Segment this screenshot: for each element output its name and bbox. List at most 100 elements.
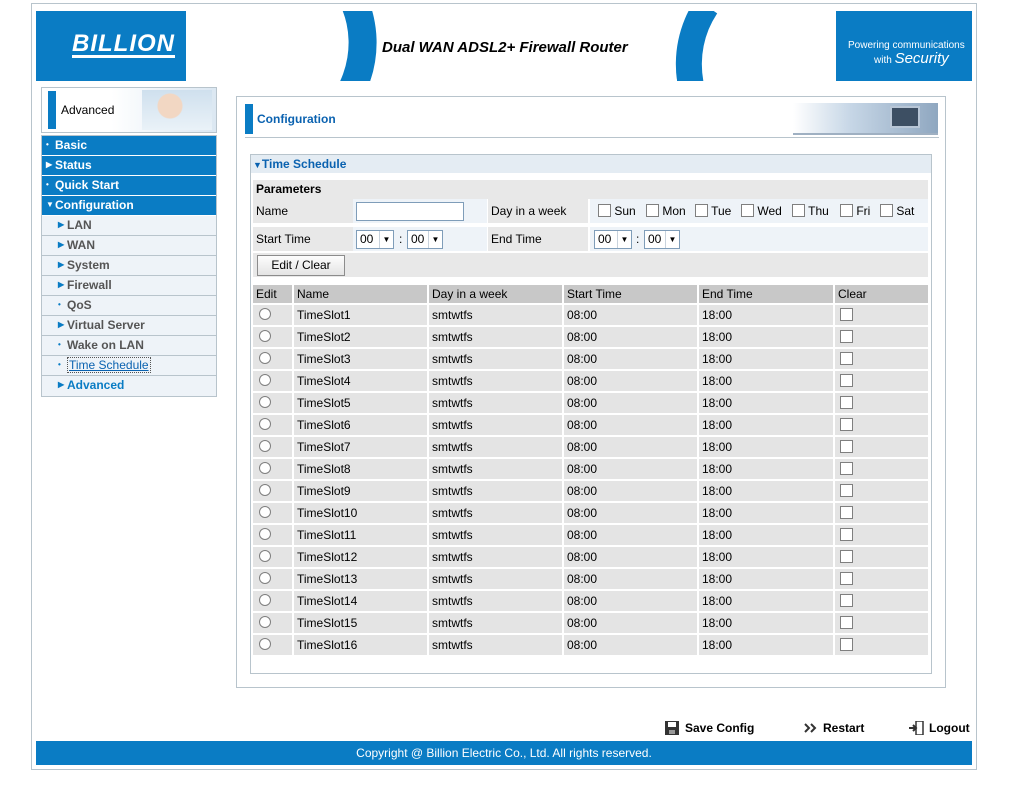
clear-checkbox[interactable] [840,396,853,409]
day-mon-checkbox[interactable]: Mon [646,199,686,223]
sidebar-item-wake-on-lan[interactable]: • Wake on LAN [42,336,216,356]
sidebar-item-quick-start[interactable]: • Quick Start [42,176,216,196]
slot-name: TimeSlot6 [294,413,429,435]
slot-days: smtwtfs [429,325,564,347]
logout-link[interactable]: Logout [908,718,970,738]
edit-radio[interactable] [259,352,271,364]
table-row: TimeSlot15 smtwtfs 08:00 18:00 [253,611,928,633]
restart-link[interactable]: Restart [802,718,864,738]
clear-checkbox[interactable] [840,484,853,497]
edit-radio[interactable] [259,462,271,474]
sidebar-item-system[interactable]: ▶ System [42,256,216,276]
edit-radio[interactable] [259,572,271,584]
clear-checkbox[interactable] [840,550,853,563]
edit-radio[interactable] [259,594,271,606]
end-hour-select[interactable]: 00 ▼ [594,230,632,249]
day-thu-checkbox[interactable]: Thu [792,199,829,223]
slot-days: smtwtfs [429,501,564,523]
clear-cell [835,567,928,589]
clear-checkbox[interactable] [840,440,853,453]
sidebar-item-configuration[interactable]: ▼ Configuration [42,196,216,216]
clear-checkbox[interactable] [840,418,853,431]
copyright-footer: Copyright @ Billion Electric Co., Ltd. A… [36,741,972,765]
name-input[interactable] [356,202,464,221]
sidebar-item-lan[interactable]: ▶ LAN [42,216,216,236]
day-tue-checkbox[interactable]: Tue [695,199,731,223]
edit-radio[interactable] [259,616,271,628]
clear-checkbox[interactable] [840,352,853,365]
table-row: TimeSlot6 smtwtfs 08:00 18:00 [253,413,928,435]
start-hour-select[interactable]: 00 ▼ [356,230,394,249]
slot-name: TimeSlot1 [294,303,429,325]
edit-radio[interactable] [259,418,271,430]
time-schedule-panel: ▼Time Schedule Parameters Name Day in a … [250,154,932,674]
edit-radio[interactable] [259,550,271,562]
clear-checkbox[interactable] [840,528,853,541]
clear-checkbox[interactable] [840,462,853,475]
action-row: Edit / Clear [253,253,928,277]
slot-name: TimeSlot8 [294,457,429,479]
edit-clear-button[interactable]: Edit / Clear [257,255,345,276]
day-sat-checkbox[interactable]: Sat [880,199,914,223]
sidebar-item-wan[interactable]: ▶ WAN [42,236,216,256]
sidebar-item-firewall[interactable]: ▶ Firewall [42,276,216,296]
start-time-label: Start Time [253,227,353,251]
slot-days: smtwtfs [429,347,564,369]
day-sun-checkbox[interactable]: Sun [598,199,636,223]
clear-checkbox[interactable] [840,572,853,585]
table-row: TimeSlot11 smtwtfs 08:00 18:00 [253,523,928,545]
edit-radio[interactable] [259,396,271,408]
table-row: TimeSlot4 smtwtfs 08:00 18:00 [253,369,928,391]
day-wed-checkbox[interactable]: Wed [741,199,782,223]
slot-name: TimeSlot9 [294,479,429,501]
clear-checkbox[interactable] [840,506,853,519]
clear-cell [835,391,928,413]
slot-days: smtwtfs [429,457,564,479]
edit-radio[interactable] [259,330,271,342]
time-row: Start Time 00 ▼ : 00 ▼ End Time 00 ▼ : 00 ▼ [253,227,928,251]
arrow-down-icon: ▼ [46,200,54,209]
edit-radio[interactable] [259,506,271,518]
edit-radio[interactable] [259,484,271,496]
sidebar-item-status[interactable]: ▶ Status [42,156,216,176]
clear-cell [835,303,928,325]
clear-checkbox[interactable] [840,330,853,343]
edit-cell [253,545,294,567]
clear-checkbox[interactable] [840,594,853,607]
bullet-icon: • [58,300,61,309]
sidebar-nav: • Basic ▶ Status • Quick Start ▼ Configurati… [41,135,217,397]
clear-checkbox[interactable] [840,308,853,321]
slot-end: 18:00 [699,479,835,501]
slot-start: 08:00 [564,501,699,523]
edit-radio[interactable] [259,374,271,386]
checkbox-icon [598,204,611,217]
clear-cell [835,413,928,435]
sidebar-item-qos[interactable]: • QoS [42,296,216,316]
clear-checkbox[interactable] [840,374,853,387]
end-minute-select[interactable]: 00 ▼ [644,230,680,249]
edit-radio[interactable] [259,440,271,452]
sidebar-item-advanced[interactable]: ▶ Advanced [42,376,216,396]
edit-cell [253,347,294,369]
edit-radio[interactable] [259,528,271,540]
advanced-mode-banner: Advanced [41,87,217,133]
start-minute-select[interactable]: 00 ▼ [407,230,443,249]
clear-checkbox[interactable] [840,616,853,629]
clear-checkbox[interactable] [840,638,853,651]
save-config-link[interactable]: Save Config [664,718,754,738]
sidebar-item-basic[interactable]: • Basic [42,136,216,156]
bullet-icon: • [58,360,61,369]
checkbox-icon [792,204,805,217]
page-frame: BILLION Dual WAN ADSL2+ Firewall Router … [31,3,977,770]
edit-radio[interactable] [259,638,271,650]
edit-radio[interactable] [259,308,271,320]
bottom-toolbar: Save Config Restart Logout [32,718,978,738]
sidebar-item-virtual-server[interactable]: ▶ Virtual Server [42,316,216,336]
day-fri-checkbox[interactable]: Fri [840,199,870,223]
sidebar-item-time-schedule[interactable]: • Time Schedule [42,356,216,376]
edit-cell [253,633,294,655]
slot-days: smtwtfs [429,633,564,655]
slot-start: 08:00 [564,391,699,413]
slot-start: 08:00 [564,413,699,435]
section-header[interactable]: ▼Time Schedule [251,155,931,173]
